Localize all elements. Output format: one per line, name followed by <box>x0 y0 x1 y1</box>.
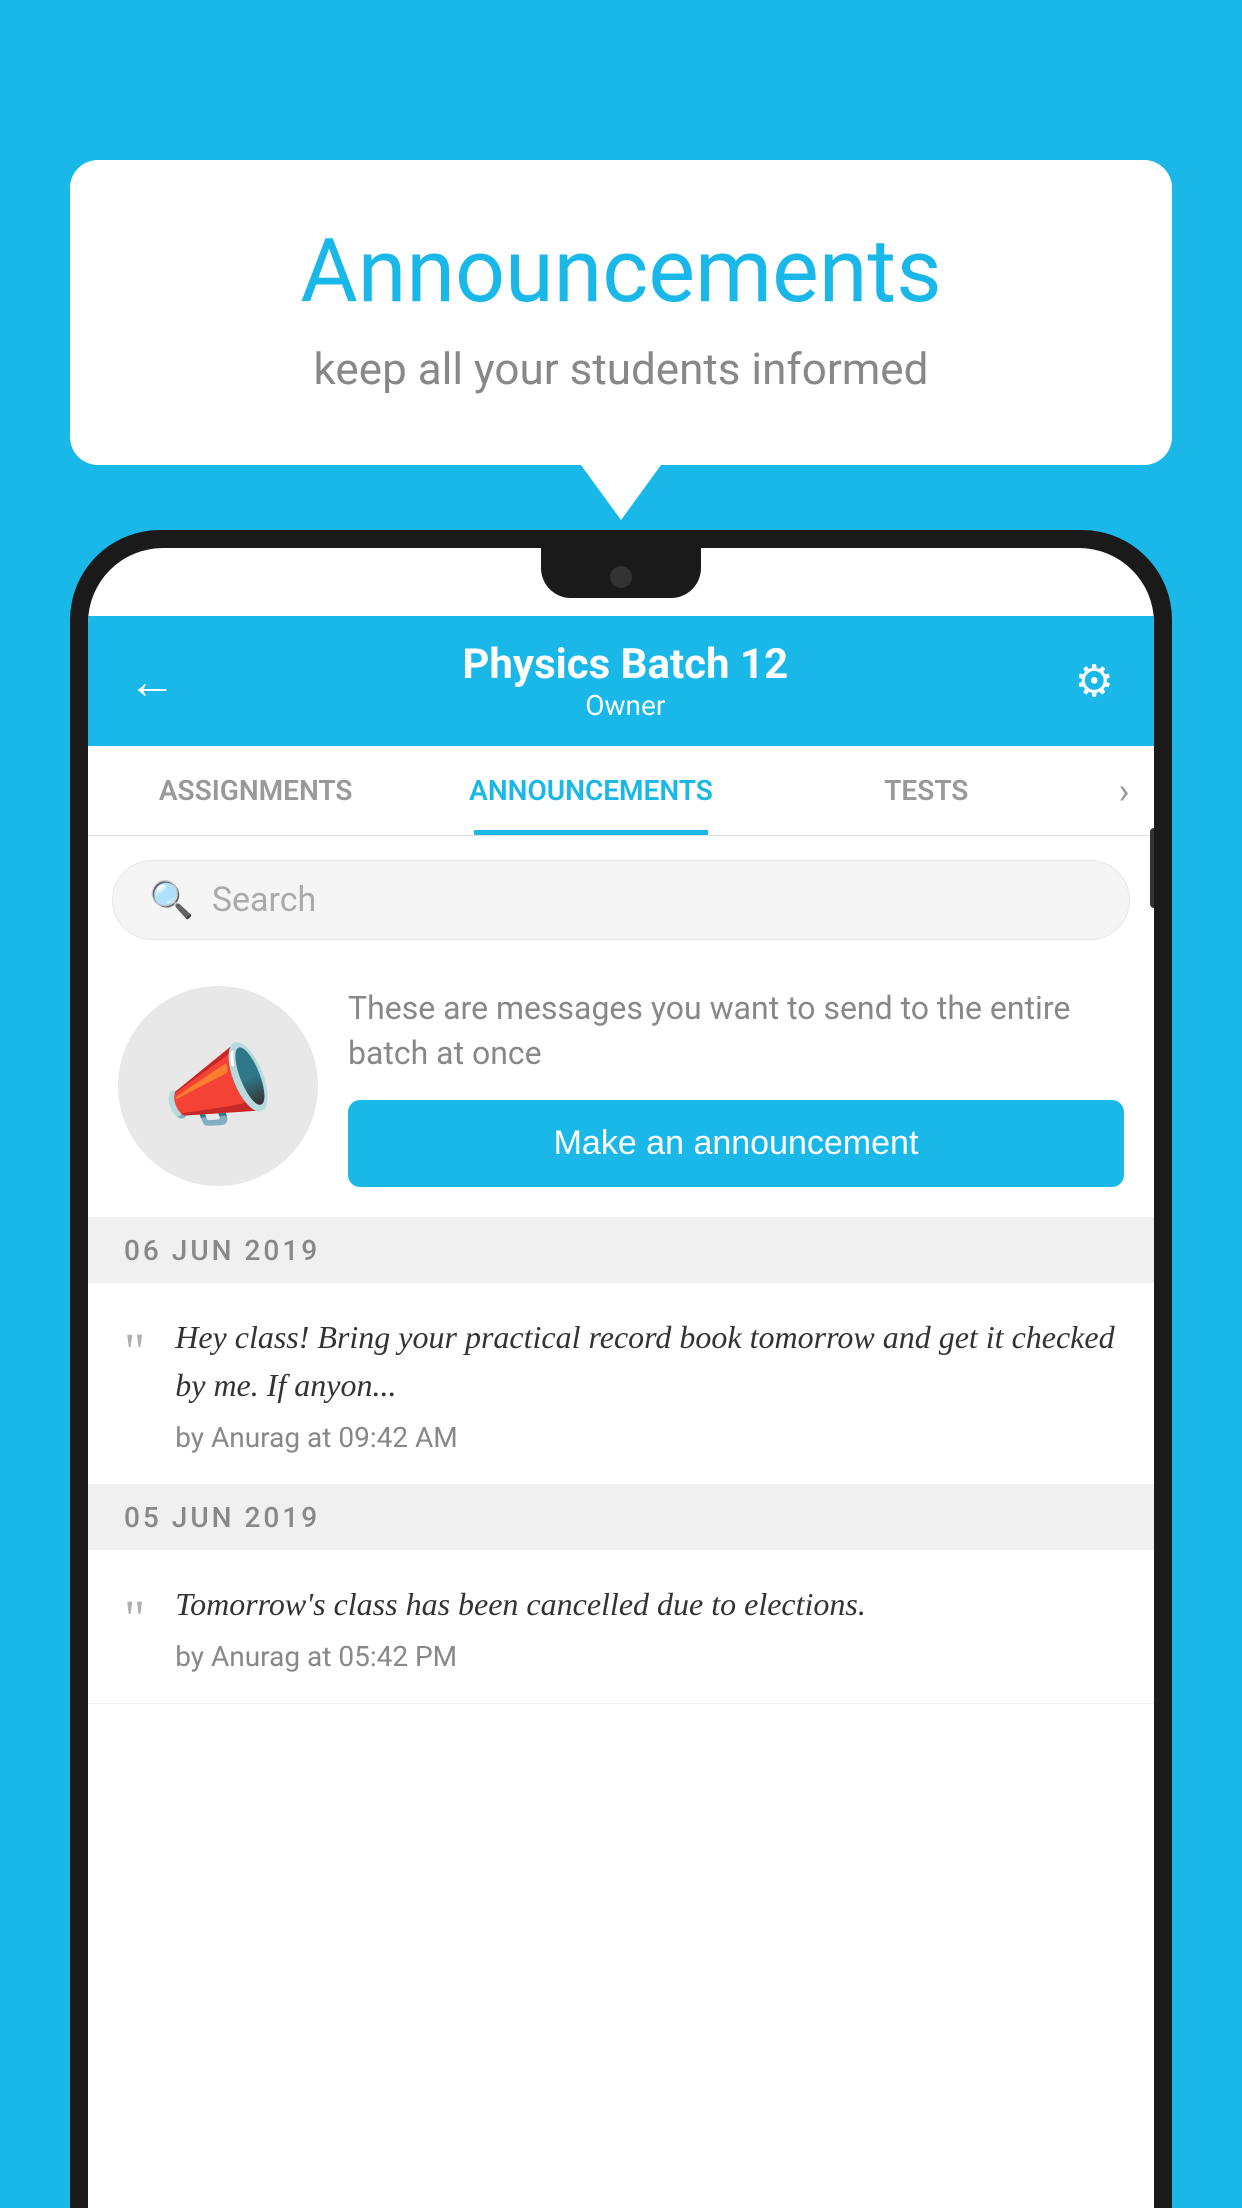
announcement-author-2: by Anurag at 05:42 PM <box>175 1640 1118 1673</box>
announcement-item-2: " Tomorrow's class has been cancelled du… <box>88 1550 1154 1704</box>
search-bar[interactable]: 🔍 Search <box>112 860 1130 940</box>
announcement-text-2: Tomorrow's class has been cancelled due … <box>175 1580 1118 1628</box>
announcement-icon-circle: 📣 <box>118 986 318 1186</box>
announcement-author-1: by Anurag at 09:42 AM <box>175 1421 1118 1454</box>
quote-icon-1: " <box>124 1323 145 1382</box>
signal-icon: ▲ <box>1052 573 1078 604</box>
speech-bubble: Announcements keep all your students inf… <box>70 160 1172 465</box>
date-separator-2: 05 JUN 2019 <box>88 1485 1154 1550</box>
announcement-item-1: " Hey class! Bring your practical record… <box>88 1283 1154 1485</box>
announcement-prompt: 📣 These are messages you want to send to… <box>88 956 1154 1218</box>
status-icons: ▼ ▲ ▮ <box>1014 573 1104 604</box>
search-icon: 🔍 <box>149 879 194 921</box>
app-header: ← Physics Batch 12 Owner ⚙ <box>88 616 1154 746</box>
announcement-description: These are messages you want to send to t… <box>348 986 1124 1076</box>
speech-bubble-container: Announcements keep all your students inf… <box>70 160 1172 520</box>
header-center: Physics Batch 12 Owner <box>462 640 788 722</box>
header-title: Physics Batch 12 <box>462 640 788 689</box>
announcement-content-2: Tomorrow's class has been cancelled due … <box>175 1580 1118 1673</box>
phone-inner: 14:29 ▼ ▲ ▮ ← Physics Batch 12 Owner ⚙ A… <box>88 548 1154 2208</box>
phone-notch <box>541 548 701 598</box>
tab-announcements[interactable]: ANNOUNCEMENTS <box>423 746 758 835</box>
quote-icon-2: " <box>124 1590 145 1649</box>
settings-button[interactable]: ⚙ <box>1075 655 1114 707</box>
header-subtitle: Owner <box>462 689 788 722</box>
tab-tests[interactable]: TESTS <box>759 746 1094 835</box>
camera-dot <box>610 566 632 588</box>
tab-assignments[interactable]: ASSIGNMENTS <box>88 746 423 835</box>
phone-frame: 14:29 ▼ ▲ ▮ ← Physics Batch 12 Owner ⚙ A… <box>70 530 1172 2208</box>
battery-icon: ▮ <box>1090 573 1104 603</box>
announcement-content-1: Hey class! Bring your practical record b… <box>175 1313 1118 1454</box>
tab-more[interactable]: › <box>1094 750 1154 832</box>
bubble-title: Announcements <box>150 220 1092 323</box>
megaphone-icon: 📣 <box>162 1034 274 1139</box>
announcement-right: These are messages you want to send to t… <box>348 986 1124 1187</box>
back-button[interactable]: ← <box>128 653 176 710</box>
speech-bubble-tail <box>581 465 661 520</box>
bubble-subtitle: keep all your students informed <box>150 343 1092 395</box>
search-placeholder: Search <box>212 880 316 920</box>
side-button <box>1150 828 1154 908</box>
wifi-icon: ▼ <box>1014 573 1040 604</box>
announcement-text-1: Hey class! Bring your practical record b… <box>175 1313 1118 1409</box>
tabs-bar: ASSIGNMENTS ANNOUNCEMENTS TESTS › <box>88 746 1154 836</box>
status-time: 14:29 <box>138 571 214 606</box>
content-area: 🔍 Search 📣 These are messages you want t… <box>88 836 1154 2208</box>
make-announcement-button[interactable]: Make an announcement <box>348 1100 1124 1187</box>
date-separator-1: 06 JUN 2019 <box>88 1218 1154 1283</box>
